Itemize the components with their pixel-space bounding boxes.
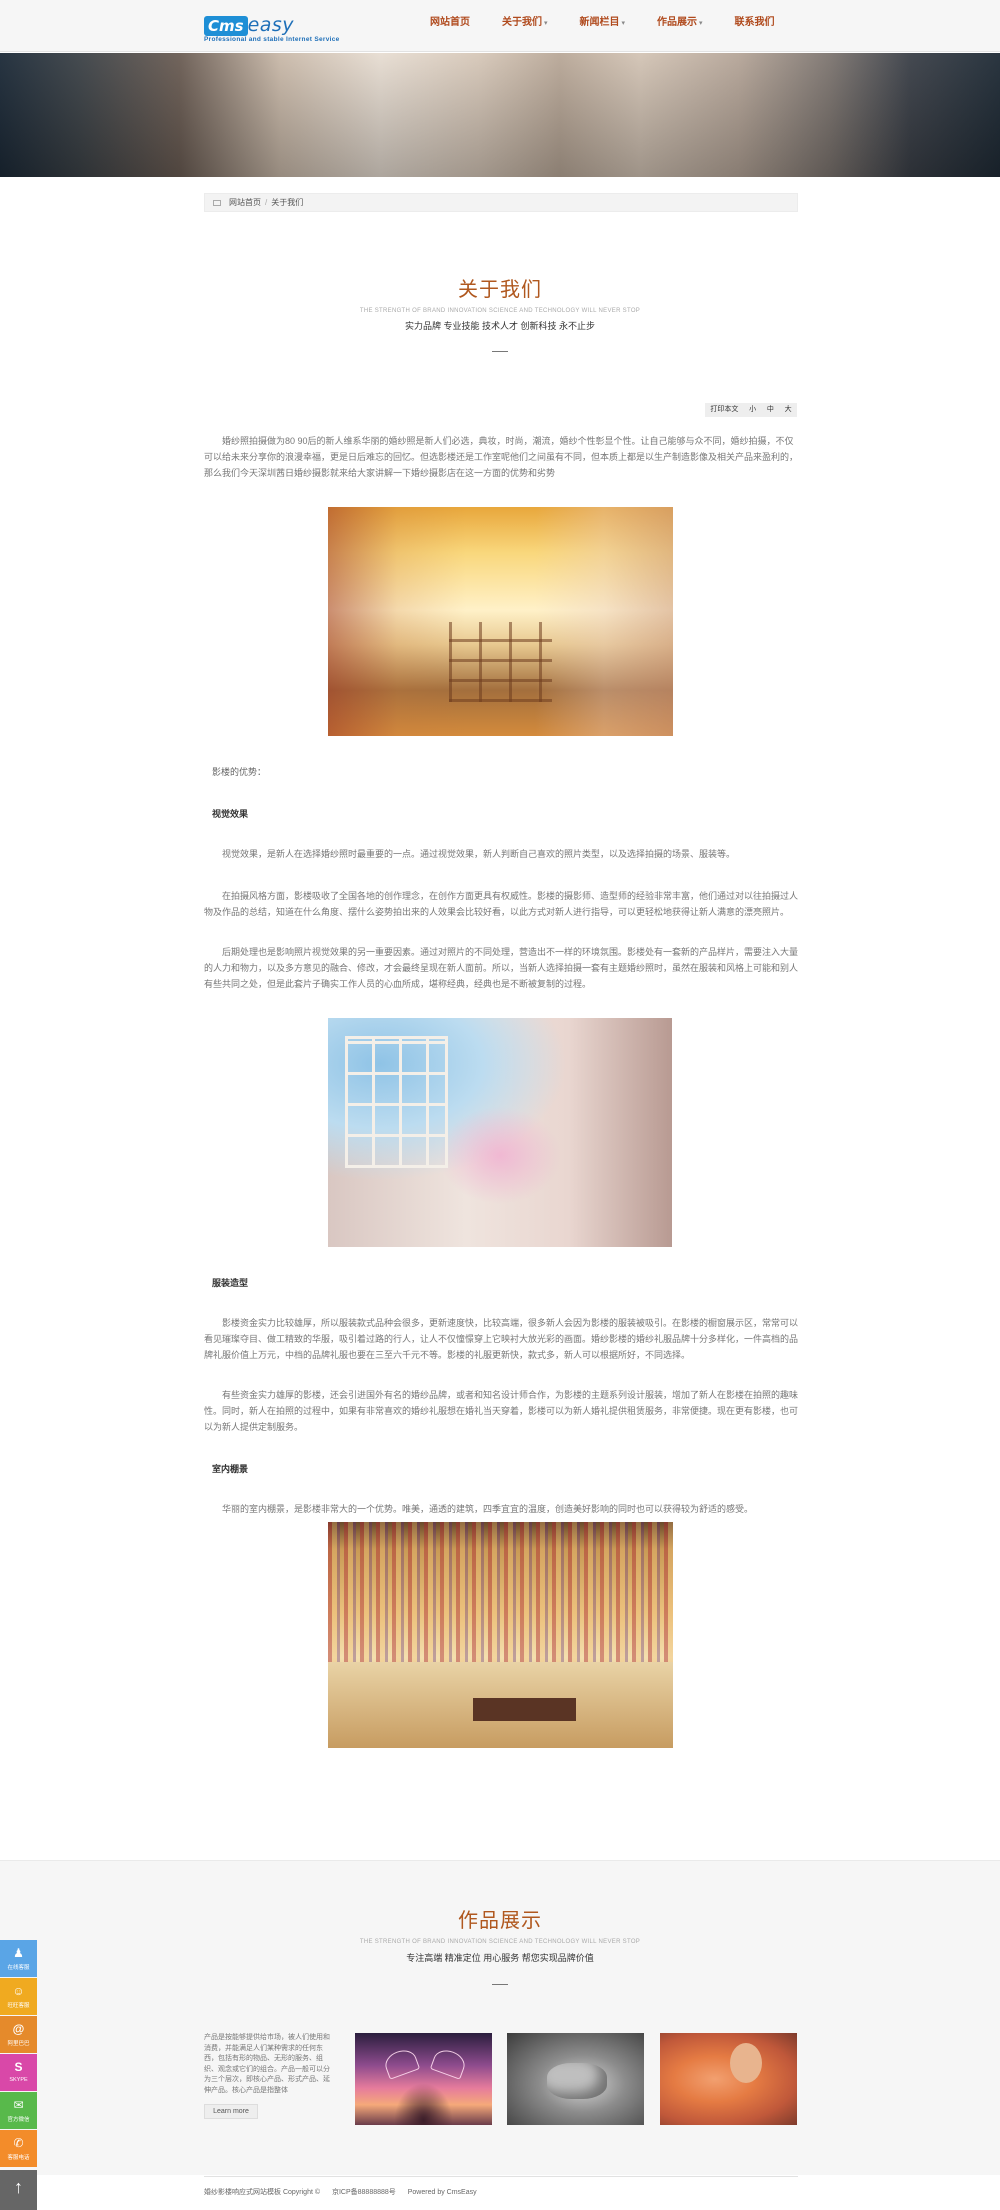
sidebar-item-label: 旺旺客服 (7, 2003, 30, 2009)
font-large-link[interactable]: 大 (785, 403, 792, 417)
advantages-heading: 影楼的优势： (212, 767, 267, 777)
skype-icon: S (14, 2060, 23, 2074)
article-photo-bridal-store (328, 507, 673, 736)
nav-item-home[interactable]: 网站首页 (430, 0, 470, 52)
logo-easy-text: easy (247, 14, 295, 36)
about-subtitle: 实力品牌 专业技能 技术人才 创新科技 永不止步 (404, 321, 595, 331)
logo-cms-text: Cms (204, 16, 248, 36)
sidebar-item-label: 客服电话 (7, 2155, 30, 2161)
article-paragraph: 在拍摄风格方面，影楼吸收了全国各地的创作理念，在创作方面更具有权威性。影楼的摄影… (204, 891, 799, 917)
article-paragraph: 影楼资金实力比较雄厚，所以服装款式品种会很多，更新速度快，比较高端，很多新人会因… (204, 1318, 799, 1360)
chevron-down-icon: ▾ (621, 19, 626, 27)
back-to-top-button[interactable]: ↑ (0, 2170, 37, 2210)
nav-item-label: 网站首页 (430, 17, 470, 28)
works-description: 产品是按能够提供给市场，被人们使用和消费，并能满足人们某种需求的任何东西，包括有… (204, 2034, 330, 2094)
about-english-subtitle: THE STRENGTH OF BRAND INNOVATION SCIENCE… (359, 308, 641, 314)
learn-more-button[interactable]: Learn more (204, 2104, 258, 2119)
font-small-link[interactable]: 小 (749, 403, 756, 417)
footer-copyright: 婚纱影楼响应式网站模板 Copyright © (204, 2189, 321, 2196)
main-nav: 网站首页 关于我们 ▾ 新闻栏目 ▾ 作品展示 ▾ 联系我们 (430, 0, 807, 52)
nav-item-label: 新闻栏目 (579, 17, 620, 28)
article-tools: 打印本文 小 中 大 (705, 403, 797, 417)
chevron-down-icon: ▾ (699, 19, 703, 27)
breadcrumb-separator: / (265, 198, 268, 207)
title-divider (492, 1984, 508, 1985)
works-subtitle: 专注高端 精准定位 用心服务 帮您实现品牌价值 (406, 1953, 594, 1963)
article-paragraph: 视觉效果，是新人在选择婚纱照时最重要的一点。通过视觉效果，新人判断自己喜欢的照片… (222, 849, 736, 859)
sidebar-wechat[interactable]: ✉ 官方微信 (0, 2092, 37, 2129)
page-title: 关于我们 (458, 277, 542, 301)
logo-tagline: Professional and stable Internet Service (204, 36, 340, 43)
sidebar-online-service[interactable]: ♟ 在线客服 (0, 1940, 37, 1977)
nav-item-about[interactable]: 关于我们 ▾ (502, 0, 548, 52)
article-paragraph: 后期处理也是影响照片视觉效果的另一重要因素。通过对照片的不同处理，营造出不一样的… (204, 947, 799, 989)
article-paragraph: 有些资金实力雄厚的影楼，还会引进国外有名的婚纱品牌，或者和知名设计师合作，为影楼… (204, 1390, 799, 1432)
site-footer: 婚纱影楼响应式网站模板 Copyright © 京ICP备88888888号 P… (204, 2176, 798, 2204)
work-thumbnail-sunset-couple[interactable] (355, 2033, 492, 2125)
sidebar-skype[interactable]: S SKYPE (0, 2054, 37, 2091)
wangwang-icon: ☺ (12, 1984, 25, 1998)
sidebar-item-label: 官方微信 (7, 2117, 30, 2123)
sidebar-item-label: SKYPE (9, 2077, 28, 2083)
works-english-subtitle: THE STRENGTH OF BRAND INNOVATION SCIENCE… (359, 1939, 641, 1945)
article-paragraph: 华丽的室内棚景，是影楼非常大的一个优势。唯美，通透的建筑，四季宜宜的温度，创造美… (222, 1504, 754, 1514)
back-to-top-icon: ↑ (14, 2177, 23, 2197)
alibaba-icon: @ (12, 2022, 25, 2036)
footer-powered-by[interactable]: Powered by CmsEasy (408, 2189, 477, 2196)
breadcrumb: 网站首页 / 关于我们 (204, 193, 798, 212)
phone-icon: ✆ (13, 2136, 24, 2150)
chevron-down-icon: ▾ (544, 19, 548, 27)
breadcrumb-home-link[interactable]: 网站首页 (229, 198, 261, 207)
site-logo[interactable]: Cms easy Professional and stable Internet… (204, 15, 342, 45)
qq-icon: ♟ (13, 1946, 24, 1960)
article-photo-gown-showroom (328, 1522, 673, 1748)
sidebar-item-label: 在线客服 (7, 1965, 30, 1971)
nav-item-label: 作品展示 (657, 17, 698, 28)
sidebar-wangwang-service[interactable]: ☺ 旺旺客服 (0, 1978, 37, 2015)
page-banner (0, 53, 1000, 177)
breadcrumb-current: 关于我们 (271, 198, 304, 207)
sidebar-phone[interactable]: ✆ 客服电话 (0, 2130, 37, 2167)
work-thumbnail-embrace[interactable] (660, 2033, 797, 2125)
works-title: 作品展示 (458, 1908, 542, 1932)
section-heading-indoor: 室内棚景 (212, 1464, 249, 1474)
nav-item-works[interactable]: 作品展示 ▾ (657, 0, 703, 52)
article-intro: 婚纱照拍摄做为80 90后的新人维系华丽的婚纱照是新人们必选，典妆，时尚，潮流，… (204, 436, 799, 478)
nav-item-news[interactable]: 新闻栏目 ▾ (580, 0, 626, 52)
font-medium-link[interactable]: 中 (767, 403, 774, 417)
wechat-icon: ✉ (13, 2098, 24, 2112)
print-article-link[interactable]: 打印本文 (710, 403, 738, 417)
sidebar-item-label: 阿里巴巴 (7, 2041, 30, 2047)
nav-item-label: 联系我们 (734, 17, 775, 28)
home-icon (213, 199, 221, 206)
nav-item-label: 关于我们 (502, 17, 542, 28)
site-header: Cms easy Professional and stable Internet… (0, 0, 1000, 52)
nav-item-contact[interactable]: 联系我们 (735, 0, 775, 52)
section-heading-visual: 视觉效果 (212, 809, 249, 819)
footer-icp-link[interactable]: 京ICP备88888888号 (332, 2189, 396, 2196)
sidebar-alibaba[interactable]: @ 阿里巴巴 (0, 2016, 37, 2053)
section-heading-costume: 服装造型 (212, 1278, 249, 1288)
article-photo-couple (328, 1018, 672, 1247)
work-thumbnail-holding-hands[interactable] (507, 2033, 644, 2125)
title-divider (492, 351, 508, 352)
